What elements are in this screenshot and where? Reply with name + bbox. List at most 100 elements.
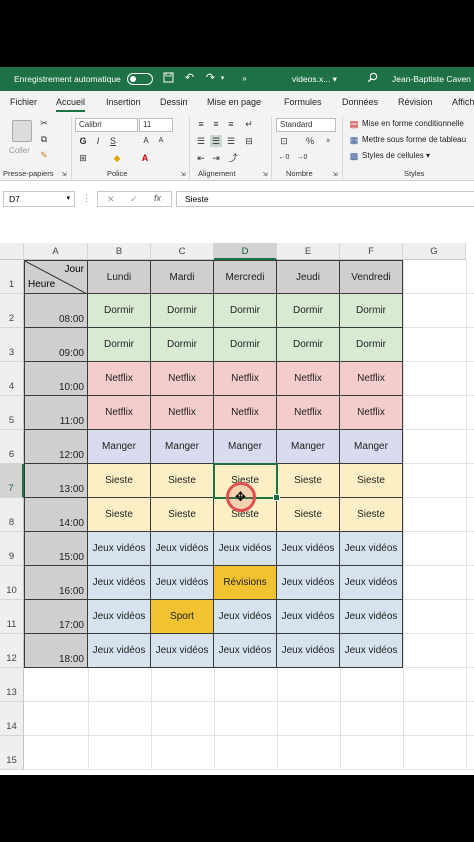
schedule-cell[interactable]: Dormir xyxy=(277,294,340,328)
row-header-6[interactable]: 6 xyxy=(0,430,24,464)
number-launcher-icon[interactable]: ⇲ xyxy=(329,169,341,181)
row-header-5[interactable]: 5 xyxy=(0,396,24,430)
schedule-cell[interactable]: Netflix xyxy=(88,362,151,396)
schedule-cell[interactable]: Sieste xyxy=(88,464,151,498)
customize-icon[interactable]: » xyxy=(238,72,251,85)
row-header-9[interactable]: 9 xyxy=(0,532,24,566)
tab-revision[interactable]: Révision xyxy=(398,97,433,107)
row-header-7[interactable]: 7 xyxy=(0,464,24,498)
row-header-8[interactable]: 8 xyxy=(0,498,24,532)
name-box[interactable]: D7 ▾ xyxy=(3,191,75,207)
autosave-toggle[interactable] xyxy=(127,73,153,85)
schedule-cell[interactable]: Dormir xyxy=(151,294,214,328)
tab-dessin[interactable]: Dessin xyxy=(160,97,188,107)
schedule-cell[interactable]: Netflix xyxy=(214,396,277,430)
merge-center-icon[interactable]: ⊟ xyxy=(243,135,255,147)
schedule-cell[interactable]: Sieste xyxy=(340,464,403,498)
column-header-b[interactable]: B xyxy=(88,243,151,260)
column-header-c[interactable]: C xyxy=(151,243,214,260)
schedule-cell[interactable]: Netflix xyxy=(277,362,340,396)
percent-icon[interactable]: % xyxy=(304,135,316,147)
schedule-cell[interactable]: Révisions xyxy=(214,566,277,600)
row-header-13[interactable]: 13 xyxy=(0,668,24,702)
schedule-cell[interactable]: Jeux vidéos xyxy=(151,634,214,668)
save-icon[interactable] xyxy=(162,72,175,85)
day-header-cell[interactable]: Lundi xyxy=(88,260,151,294)
schedule-cell[interactable]: Dormir xyxy=(214,294,277,328)
schedule-cell[interactable]: Jeux vidéos xyxy=(340,566,403,600)
schedule-cell[interactable]: Jeux vidéos xyxy=(151,566,214,600)
time-cell[interactable]: 13:00 xyxy=(24,464,88,498)
row-header-14[interactable]: 14 xyxy=(0,702,24,736)
schedule-cell[interactable]: Netflix xyxy=(214,362,277,396)
tab-affichage[interactable]: Affich xyxy=(452,97,474,107)
row-header-3[interactable]: 3 xyxy=(0,328,24,362)
row-header-2[interactable]: 2 xyxy=(0,294,24,328)
time-cell[interactable]: 12:00 xyxy=(24,430,88,464)
row-header-12[interactable]: 12 xyxy=(0,634,24,668)
search-icon[interactable] xyxy=(366,72,379,85)
tab-fichier[interactable]: Fichier xyxy=(10,97,37,107)
schedule-cell[interactable]: Jeux vidéos xyxy=(88,634,151,668)
format-painter-icon[interactable]: ✎ xyxy=(38,149,50,161)
font-launcher-icon[interactable]: ⇲ xyxy=(177,169,189,181)
schedule-cell[interactable]: Jeux vidéos xyxy=(277,532,340,566)
insert-function-icon[interactable]: fx xyxy=(154,193,161,203)
schedule-cell[interactable]: Dormir xyxy=(340,328,403,362)
formula-bar-handle-icon[interactable]: ⋮ xyxy=(82,193,91,204)
schedule-cell[interactable]: Jeux vidéos xyxy=(340,634,403,668)
time-cell[interactable]: 14:00 xyxy=(24,498,88,532)
align-left-icon[interactable]: ☰ xyxy=(195,135,207,147)
thousands-icon[interactable]: ⁹ xyxy=(322,135,334,147)
corner-header-cell[interactable]: Jour Heure xyxy=(24,260,88,294)
table-format-button[interactable]: Mettre sous forme de tableau xyxy=(362,135,466,144)
name-box-dropdown-icon[interactable]: ▾ xyxy=(66,194,70,202)
row-header-1[interactable]: 1 xyxy=(0,260,24,294)
row-header-4[interactable]: 4 xyxy=(0,362,24,396)
conditional-format-icon[interactable]: ▤ xyxy=(348,118,360,130)
schedule-cell[interactable]: Jeux vidéos xyxy=(88,532,151,566)
schedule-cell[interactable]: Jeux vidéos xyxy=(277,600,340,634)
clipboard-launcher-icon[interactable]: ⇲ xyxy=(58,169,70,181)
cell-styles-button[interactable]: Styles de cellules ▾ xyxy=(362,151,430,160)
align-middle-icon[interactable]: ≡ xyxy=(210,118,222,130)
schedule-cell[interactable]: Dormir xyxy=(340,294,403,328)
row-header-11[interactable]: 11 xyxy=(0,600,24,634)
time-cell[interactable]: 08:00 xyxy=(24,294,88,328)
column-header-g[interactable]: G xyxy=(403,243,466,260)
schedule-cell[interactable]: Netflix xyxy=(340,362,403,396)
schedule-cell[interactable]: Jeux vidéos xyxy=(151,532,214,566)
schedule-cell[interactable]: Jeux vidéos xyxy=(214,634,277,668)
decrease-indent-icon[interactable]: ⇤ xyxy=(195,152,207,164)
increase-decimal-icon[interactable]: ←0 xyxy=(278,152,290,164)
schedule-cell[interactable]: Jeux vidéos xyxy=(214,600,277,634)
italic-icon[interactable]: I xyxy=(92,135,104,147)
schedule-cell[interactable]: Dormir xyxy=(88,294,151,328)
increase-indent-icon[interactable]: ⇥ xyxy=(210,152,222,164)
column-header-e[interactable]: E xyxy=(277,243,340,260)
schedule-cell[interactable]: Jeux vidéos xyxy=(214,532,277,566)
time-cell[interactable]: 11:00 xyxy=(24,396,88,430)
borders-icon[interactable]: ⊞ xyxy=(77,152,89,164)
schedule-cell[interactable]: Netflix xyxy=(277,396,340,430)
alignment-launcher-icon[interactable]: ⇲ xyxy=(259,169,271,181)
row-header-15[interactable]: 15 xyxy=(0,736,24,770)
paste-icon[interactable] xyxy=(12,120,32,142)
currency-icon[interactable]: ⊡ xyxy=(278,135,290,147)
align-top-icon[interactable]: ≡ xyxy=(195,118,207,130)
undo-icon[interactable]: ↶ xyxy=(183,72,196,85)
align-right-icon[interactable]: ☰ xyxy=(225,135,237,147)
row-header-10[interactable]: 10 xyxy=(0,566,24,600)
align-center-icon[interactable]: ☰ xyxy=(210,135,222,147)
schedule-cell[interactable]: Sieste xyxy=(151,498,214,532)
tab-formules[interactable]: Formules xyxy=(284,97,322,107)
schedule-cell[interactable]: Sieste xyxy=(151,464,214,498)
schedule-cell[interactable]: Dormir xyxy=(151,328,214,362)
schedule-cell[interactable]: Jeux vidéos xyxy=(340,600,403,634)
schedule-cell[interactable]: Manger xyxy=(88,430,151,464)
font-size-select[interactable]: 11 xyxy=(139,118,173,132)
schedule-cell[interactable]: Sieste xyxy=(88,498,151,532)
schedule-cell[interactable]: Netflix xyxy=(88,396,151,430)
schedule-cell[interactable]: Dormir xyxy=(214,328,277,362)
fill-color-icon[interactable]: ◆ xyxy=(111,152,123,164)
